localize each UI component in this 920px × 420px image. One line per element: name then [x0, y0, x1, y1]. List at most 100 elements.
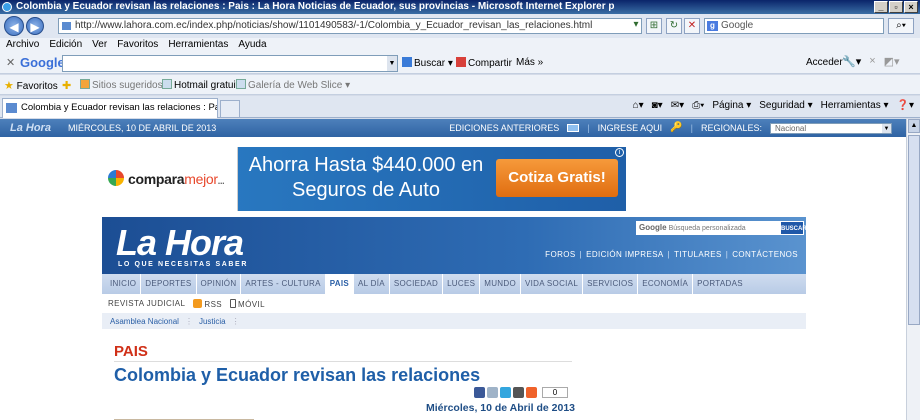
ediciones-anteriores-link[interactable]: EDICIONES ANTERIORES	[449, 119, 559, 137]
article-date: Miércoles, 10 de Abril de 2013	[426, 402, 576, 414]
active-tab[interactable]: Colombia y Ecuador revisan las relacione…	[2, 98, 218, 118]
compartir-button[interactable]: Compartir	[456, 57, 512, 69]
email-icon[interactable]	[487, 387, 498, 398]
favorites-bar: ★ Favoritos ✚ Sitios sugeridos ▾ Hotmail…	[0, 75, 920, 95]
ad-logo: comparamejor...	[102, 147, 238, 211]
menu-favoritos[interactable]: Favoritos	[117, 38, 158, 52]
mas-button[interactable]: Más »	[516, 57, 543, 68]
menu-edicion[interactable]: Edición	[49, 38, 82, 52]
new-tab-button[interactable]	[220, 100, 240, 117]
maximize-button[interactable]: ▫	[889, 1, 903, 13]
vertical-scrollbar[interactable]: ▲	[906, 119, 920, 420]
nav-pais[interactable]: PAIS	[325, 274, 355, 294]
movil-link[interactable]: MÓVIL	[230, 298, 265, 309]
help-icon[interactable]: ❓▾	[897, 100, 914, 111]
site-search-placeholder: Búsqueda personalizada	[668, 225, 746, 232]
web-slice-link[interactable]: Galería de Web Slice ▾	[236, 79, 350, 91]
ingrese-aqui-link[interactable]: INGRESE AQUI	[598, 119, 663, 137]
google-toolbar: ✕ Google ▼ Buscar ▾ Compartir Más » Acce…	[0, 52, 920, 74]
nav-vida-social[interactable]: VIDA SOCIAL	[521, 274, 584, 294]
nav-portadas[interactable]: PORTADAS	[693, 274, 747, 294]
tag-justicia[interactable]: Justicia	[199, 317, 226, 326]
cotiza-gratis-button[interactable]: Cotiza Gratis!	[496, 159, 618, 197]
minimize-button[interactable]: _	[874, 1, 888, 13]
close-button[interactable]: ×	[904, 1, 918, 13]
print-icon[interactable]: ⎙▾	[692, 100, 704, 111]
nav-inicio[interactable]: INICIO	[106, 274, 142, 294]
top-strip-links: EDICIONES ANTERIORES | INGRESE AQUI 🔑 | …	[449, 119, 892, 137]
foros-link[interactable]: FOROS	[545, 250, 575, 259]
address-dropdown-icon[interactable]: ▾	[630, 18, 642, 34]
titulares-link[interactable]: TITULARES	[674, 250, 722, 259]
forward-button[interactable]: ▶	[26, 17, 44, 35]
print-icon[interactable]	[513, 387, 524, 398]
browser-search-input[interactable]: g Google	[704, 18, 884, 34]
site-search-button[interactable]: BUSCAR	[780, 221, 806, 235]
buscar-button[interactable]: Buscar ▾	[402, 57, 453, 69]
nav-al-dia[interactable]: AL DÍA	[354, 274, 390, 294]
site-search-input[interactable]: Google Búsqueda personalizada	[636, 221, 780, 235]
back-button[interactable]: ◀	[4, 16, 24, 36]
add-share-icon[interactable]	[526, 387, 537, 398]
refresh-icon[interactable]: ↻	[666, 18, 682, 34]
menu-archivo[interactable]: Archivo	[6, 38, 39, 52]
suggested-sites-icon	[80, 79, 90, 89]
archive-icon	[567, 124, 580, 132]
nav-artes-cultura[interactable]: ARTES - CULTURA	[241, 274, 326, 294]
seguridad-menu[interactable]: Seguridad ▾	[759, 100, 812, 111]
menu-ayuda[interactable]: Ayuda	[238, 38, 266, 52]
acceder-link[interactable]: Acceder	[806, 57, 843, 68]
menu-herramientas[interactable]: Herramientas	[168, 38, 228, 52]
wrench-icon[interactable]: 🔧▾	[842, 55, 861, 68]
facebook-icon[interactable]	[474, 387, 485, 398]
mail-icon[interactable]: ✉▾	[671, 100, 684, 111]
small-logo[interactable]: La Hora	[10, 119, 51, 137]
nav-economia[interactable]: ECONOMÍA	[638, 274, 694, 294]
nav-deportes[interactable]: DEPORTES	[141, 274, 197, 294]
nav-servicios[interactable]: SERVICIOS	[583, 274, 639, 294]
swirl-logo-icon	[108, 170, 124, 186]
rss-link[interactable]: RSS	[193, 298, 222, 309]
revista-judicial-link[interactable]: REVISTA JUDICIAL	[108, 299, 185, 308]
home-icon[interactable]: ⌂▾	[633, 100, 644, 111]
search-go-icon[interactable]: ⌕▾	[888, 18, 914, 34]
herramientas-menu[interactable]: Herramientas ▾	[821, 100, 889, 111]
nav-opinion[interactable]: OPINIÓN	[197, 274, 242, 294]
regional-select-value: Nacional	[775, 123, 807, 133]
address-bar[interactable]: http://www.lahora.com.ec/index.php/notic…	[58, 18, 642, 34]
scroll-thumb[interactable]	[908, 135, 920, 325]
twitter-icon[interactable]	[500, 387, 511, 398]
close-toolbar-icon[interactable]: ✕	[6, 56, 15, 69]
divider	[114, 361, 572, 362]
feeds-icon[interactable]: ◙▾	[652, 100, 663, 111]
nav-mundo[interactable]: MUNDO	[480, 274, 521, 294]
seguridad-label: Seguridad	[759, 100, 805, 111]
hotmail-link[interactable]: Hotmail gratuito	[162, 79, 244, 91]
ad-info-icon[interactable]: i	[615, 148, 624, 157]
google-toolbar-search-input[interactable]: ▼	[62, 55, 398, 72]
pagina-menu[interactable]: Página ▾	[712, 100, 751, 111]
chevron-down-icon[interactable]: ▼	[387, 56, 397, 71]
scroll-up-icon[interactable]: ▲	[908, 119, 920, 133]
nav-sociedad[interactable]: SOCIEDAD	[390, 274, 444, 294]
browser-search-placeholder: Google	[721, 20, 754, 31]
extension-icon[interactable]: ◩▾	[884, 55, 900, 68]
sitios-sugeridos-link[interactable]: Sitios sugeridos ▾	[80, 79, 170, 91]
close-icon[interactable]: ×	[869, 55, 875, 68]
tag-nav: Asamblea Nacional ⋮ Justicia ⋮	[102, 313, 806, 329]
site-slogan: LO QUE NECESITAS SABER	[118, 261, 248, 268]
tag-asamblea-nacional[interactable]: Asamblea Nacional	[110, 317, 179, 326]
stop-icon[interactable]: ✕	[684, 18, 700, 34]
edicion-impresa-link[interactable]: EDICIÓN IMPRESA	[586, 250, 664, 259]
contactenos-link[interactable]: CONTÁCTENOS	[732, 250, 798, 259]
compatibility-icon[interactable]: ⊞	[646, 18, 662, 34]
ad-brand-dots: ...	[217, 176, 225, 186]
nav-luces[interactable]: LUCES	[443, 274, 481, 294]
menu-ver[interactable]: Ver	[92, 38, 107, 52]
regional-select[interactable]: Nacional ▼	[770, 122, 892, 134]
site-logo[interactable]: La Hora	[116, 225, 244, 261]
favorites-button[interactable]: ★ Favoritos	[4, 79, 58, 92]
sub-nav: REVISTA JUDICIAL RSS MÓVIL	[102, 295, 806, 312]
banner-ad[interactable]: comparamejor... Ahorra Hasta $440.000 en…	[102, 147, 626, 211]
add-favorite-icon[interactable]: ✚	[62, 79, 71, 92]
